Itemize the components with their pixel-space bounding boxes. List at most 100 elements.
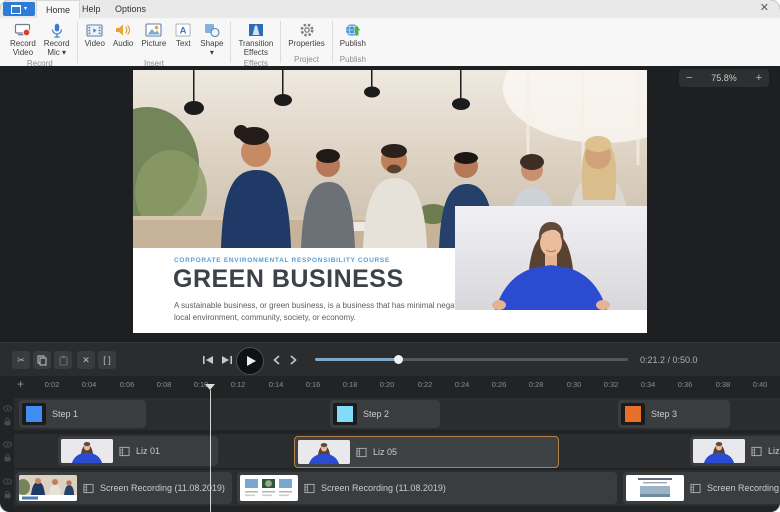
cut-button[interactable]: ✂ [12,351,30,369]
tab-options[interactable]: Options [106,0,155,18]
track-lock-icon[interactable] [3,417,12,426]
transition-effects-icon [247,22,265,38]
seek-thumb[interactable] [394,355,403,364]
chevron-down-icon: ▾ [24,6,27,12]
skip-end-icon [221,355,233,365]
clip-step-1[interactable]: Step 1 [19,400,146,428]
clip-screen-recording-1[interactable]: Screen Recording (11.08.2019) [16,472,232,504]
ruler-tick: 0:34 [641,380,656,389]
ruler-tick: 0:24 [455,380,470,389]
ruler-tick: 0:26 [492,380,507,389]
seek-slider[interactable] [315,358,628,361]
clip-step-3[interactable]: Step 3 [618,400,730,428]
ruler-tick: 0:08 [157,380,172,389]
clip-liz-06[interactable]: Liz 06 [690,436,780,466]
ruler-tick: 0:18 [343,380,358,389]
ribbon-group-publish: Publish Publish [336,18,370,66]
film-icon [304,483,315,494]
track-presenter: Liz 01 Liz 05 Liz 06 [14,434,780,468]
publish-button[interactable]: Publish [336,21,370,49]
step-thumbnail [333,403,357,425]
clip-screen-recording-3[interactable]: Screen Recording (11.08.2019) [623,472,780,504]
properties-button[interactable]: Properties [284,21,328,49]
zoom-in-button[interactable]: + [756,73,762,84]
ribbon-group-effects: TransitionEffects Effects [234,18,277,66]
ruler-tick: 0:02 [45,380,60,389]
record-video-button[interactable]: RecordVideo [6,21,40,58]
insert-audio-button[interactable]: Audio [109,21,137,49]
close-button[interactable]: ✕ [760,3,769,14]
app-menu-button[interactable]: ▾ [3,2,35,16]
ruler-tick: 0:14 [269,380,284,389]
track-steps: Step 1 Step 2 Step 3 [14,398,780,430]
tab-help[interactable]: Help [73,0,110,18]
transition-effects-button[interactable]: TransitionEffects [234,21,277,58]
svg-text:A: A [180,26,187,37]
ruler-tick: 0:16 [306,380,321,389]
previous-slide-button[interactable] [268,353,284,367]
track-lock-icon[interactable] [3,490,12,499]
chevron-left-icon [273,355,280,365]
film-icon [119,446,130,457]
play-button[interactable] [236,347,264,375]
ruler-tick: 0:04 [82,380,97,389]
track-lock-icon[interactable] [3,453,12,462]
stage-canvas: − 75.8% + [0,66,780,342]
ruler-tick: 0:20 [380,380,395,389]
group-label-publish: Publish [340,54,366,66]
ribbon-separator [230,21,231,63]
film-icon [356,447,367,458]
ruler-tick: 0:12 [231,380,246,389]
video-thumbnail [240,475,298,501]
step-thumbnail [22,403,46,425]
text-icon: A [174,22,192,38]
track-visibility-icon[interactable] [3,477,12,486]
delete-x-icon: ✕ [82,355,90,366]
copy-button[interactable] [33,351,51,369]
presenter-video[interactable] [455,206,647,310]
film-icon [751,446,762,457]
record-mic-button[interactable]: RecordMic ▾ [40,21,74,58]
ruler-tick: 0:38 [716,380,731,389]
copy-icon [37,355,47,366]
chevron-down-icon: ▾ [210,48,214,57]
zoom-control: − 75.8% + [679,69,769,87]
track-visibility-icon[interactable] [3,404,12,413]
video-thumbnail [61,439,113,463]
ribbon-separator [280,21,281,63]
clip-liz-01[interactable]: Liz 01 [58,436,218,466]
video-thumbnail [626,475,684,501]
film-icon [690,483,701,494]
next-slide-button[interactable] [285,353,301,367]
audio-icon [114,22,132,38]
group-label-project: Project [294,54,319,66]
clip-step-2[interactable]: Step 2 [330,400,440,428]
split-button[interactable]: [ ] [98,351,116,369]
clip-screen-recording-2[interactable]: Screen Recording (11.08.2019) [237,472,617,504]
zoom-out-button[interactable]: − [686,73,692,84]
seek-progress [315,358,399,361]
clip-liz-05[interactable]: Liz 05 [294,436,559,468]
ruler-tick: 0:22 [418,380,433,389]
insert-text-button[interactable]: A Text [170,21,196,49]
insert-picture-button[interactable]: Picture [137,21,170,49]
ribbon-group-record: RecordVideo RecordMic ▾ Record [6,18,74,66]
insert-video-button[interactable]: Video [81,21,109,49]
delete-button[interactable]: ✕ [77,351,95,369]
paste-button[interactable] [54,351,72,369]
add-track-button[interactable]: + [17,377,24,391]
video-thumbnail [298,440,350,464]
skip-to-end-button[interactable] [219,353,235,367]
track-visibility-icon[interactable] [3,440,12,449]
slide-kicker: CORPORATE ENVIRONMENTAL RESPONSIBILITY C… [174,257,390,264]
chevron-right-icon [290,355,297,365]
slide-preview[interactable]: CORPORATE ENVIRONMENTAL RESPONSIBILITY C… [133,70,647,333]
playhead-line[interactable] [210,390,211,512]
publish-globe-icon [344,22,362,38]
skip-to-start-button[interactable] [200,353,216,367]
zoom-level: 75.8% [711,73,737,83]
record-video-icon [14,22,32,38]
timeline: + 0:02 0:04 0:06 0:08 0:10 0:12 0:14 0:1… [0,376,780,512]
insert-shape-button[interactable]: Shape▾ [196,21,227,58]
time-display: 0:21.2 / 0:50.0 [640,355,698,365]
